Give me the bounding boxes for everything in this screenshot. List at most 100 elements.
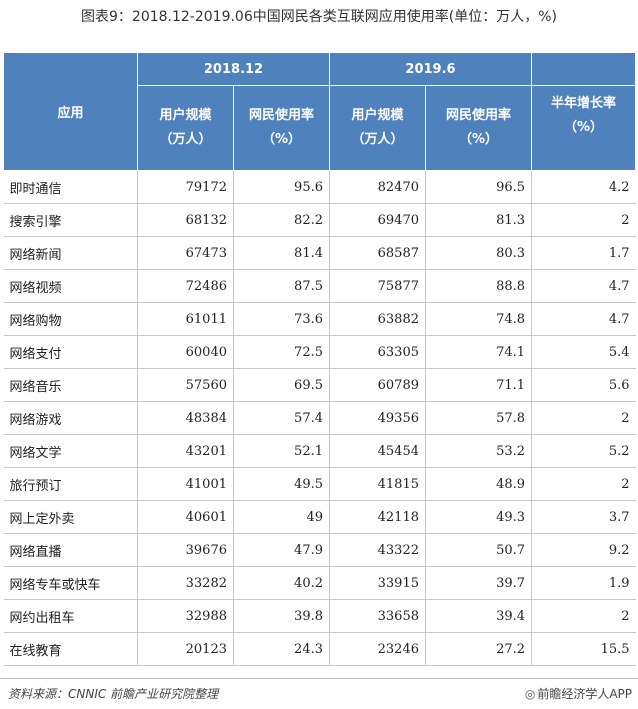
cell-app: 网约出租车 [3, 599, 138, 633]
cell-growth: 2 [531, 203, 636, 237]
cell-growth: 4.2 [531, 170, 636, 204]
cell-rate-2019: 53.2 [424, 434, 532, 468]
col-header-users-2019: 用户规模 （万人） [329, 85, 426, 171]
cell-users-2018: 67473 [137, 236, 234, 270]
cell-growth: 3.7 [531, 500, 636, 534]
app-header: 应用 [3, 52, 138, 171]
table-row: 在线教育 20123 24.3 23246 27.2 15.5 [3, 632, 636, 666]
cell-app: 网络直播 [3, 533, 138, 567]
cell-app: 网络文学 [3, 434, 138, 468]
brand-label: ◎ 前瞻经济学人APP [525, 685, 632, 702]
cell-rate-2019: 49.3 [424, 500, 532, 534]
cell-growth: 5.4 [531, 335, 636, 369]
cell-app: 旅行预订 [3, 467, 138, 501]
col-header-rate-2018: 网民使用率 （%） [233, 85, 330, 171]
cell-app: 网络视频 [3, 269, 138, 303]
page-title: 图表9：2018.12-2019.06中国网民各类互联网应用使用率(单位：万人，… [81, 9, 557, 25]
group-header-empty [531, 52, 637, 86]
cell-rate-2019: 48.9 [424, 467, 532, 501]
cell-users-2019: 63305 [329, 335, 426, 369]
cell-users-2018: 33282 [137, 566, 234, 600]
table-row: 网络音乐 57560 69.5 60789 71.1 5.6 [3, 368, 636, 402]
cell-users-2019: 82470 [329, 170, 426, 204]
cell-app: 网络音乐 [3, 368, 138, 402]
cell-growth: 2 [531, 401, 636, 435]
cell-rate-2019: 74.1 [424, 335, 532, 369]
cell-rate-2018: 87.5 [233, 269, 330, 303]
table-row: 网络视频 72486 87.5 75877 88.8 4.7 [3, 269, 636, 303]
cell-users-2018: 39676 [137, 533, 234, 567]
cell-rate-2018: 95.6 [233, 170, 330, 204]
cell-rate-2018: 82.2 [233, 203, 330, 237]
cell-rate-2018: 49.5 [233, 467, 330, 501]
cell-users-2019: 23246 [329, 632, 426, 666]
cell-users-2018: 60040 [137, 335, 234, 369]
cell-users-2018: 40601 [137, 500, 234, 534]
cell-users-2019: 49356 [329, 401, 426, 435]
cell-users-2019: 42118 [329, 500, 426, 534]
cell-rate-2019: 27.2 [424, 632, 532, 666]
cell-users-2019: 75877 [329, 269, 426, 303]
source-note: 资料来源：CNNIC 前瞻产业研究院整理 [8, 687, 219, 701]
cell-rate-2019: 88.8 [424, 269, 532, 303]
cell-rate-2019: 81.3 [424, 203, 532, 237]
cell-users-2019: 63882 [329, 302, 426, 336]
cell-rate-2019: 50.7 [424, 533, 532, 567]
table-row: 网络新闻 67473 81.4 68587 80.3 1.7 [3, 236, 636, 270]
footer: 资料来源：CNNIC 前瞻产业研究院整理 ◎ 前瞻经济学人APP [0, 678, 638, 709]
group-header-row: 应用 2018.12 2019.6 [3, 52, 637, 171]
cell-users-2019: 69470 [329, 203, 426, 237]
cell-users-2018: 57560 [137, 368, 234, 402]
cell-growth: 4.7 [531, 269, 636, 303]
cell-users-2019: 33658 [329, 599, 426, 633]
cell-growth: 5.2 [531, 434, 636, 468]
table-row: 网络购物 61011 73.6 63882 74.8 4.7 [3, 302, 636, 336]
table-body: 即时通信 79172 95.6 82470 96.5 4.2 搜索引擎 68132 82.2 69… [3, 170, 636, 666]
cell-users-2019: 45454 [329, 434, 426, 468]
cell-app: 网上定外卖 [3, 500, 138, 534]
table-row: 网络文学 43201 52.1 45454 53.2 5.2 [3, 434, 636, 468]
cell-rate-2018: 40.2 [233, 566, 330, 600]
cell-rate-2019: 39.4 [424, 599, 532, 633]
table-row: 旅行预订 41001 49.5 41815 48.9 2 [3, 467, 636, 501]
cell-rate-2018: 57.4 [233, 401, 330, 435]
cell-app: 网络游戏 [3, 401, 138, 435]
cell-users-2018: 43201 [137, 434, 234, 468]
table-row: 网络游戏 48384 57.4 49356 57.8 2 [3, 401, 636, 435]
cell-rate-2018: 73.6 [233, 302, 330, 336]
cell-app: 网络购物 [3, 302, 138, 336]
cell-rate-2018: 81.4 [233, 236, 330, 270]
cell-growth: 4.7 [531, 302, 636, 336]
col-header-growth: 半年增长率 （%） [531, 85, 637, 171]
chat-bubble-icon: ◎ [524, 687, 536, 701]
table-row: 即时通信 79172 95.6 82470 96.5 4.2 [3, 170, 636, 204]
cell-app: 在线教育 [3, 632, 138, 666]
group-header-2019: 2019.6 [328, 52, 533, 86]
cell-growth: 2 [531, 467, 636, 501]
cell-growth: 1.7 [531, 236, 636, 270]
table-row: 网络直播 39676 47.9 43322 50.7 9.2 [3, 533, 636, 567]
cell-app: 搜索引擎 [3, 203, 138, 237]
cell-rate-2018: 47.9 [233, 533, 330, 567]
cell-rate-2018: 49 [233, 500, 330, 534]
cell-growth: 15.5 [531, 632, 636, 666]
cell-users-2018: 20123 [137, 632, 234, 666]
table-row: 搜索引擎 68132 82.2 69470 81.3 2 [3, 203, 636, 237]
table-row: 网络支付 60040 72.5 63305 74.1 5.4 [3, 335, 636, 369]
cell-growth: 9.2 [531, 533, 636, 567]
cell-users-2018: 79172 [137, 170, 234, 204]
cell-rate-2019: 80.3 [424, 236, 532, 270]
cell-users-2018: 72486 [137, 269, 234, 303]
cell-app: 网络专车或快车 [3, 566, 138, 600]
cell-rate-2018: 52.1 [233, 434, 330, 468]
col-header-users-2018: 用户规模 （万人） [137, 85, 234, 171]
cell-users-2019: 43322 [329, 533, 426, 567]
brand-text: 前瞻经济学人APP [537, 687, 632, 701]
group-header-2018: 2018.12 [137, 52, 330, 86]
cell-users-2019: 41815 [329, 467, 426, 501]
cell-rate-2018: 72.5 [233, 335, 330, 369]
cell-app: 网络支付 [3, 335, 138, 369]
cell-users-2018: 61011 [137, 302, 234, 336]
table-row: 网约出租车 32988 39.8 33658 39.4 2 [3, 599, 636, 633]
cell-rate-2019: 74.8 [424, 302, 532, 336]
